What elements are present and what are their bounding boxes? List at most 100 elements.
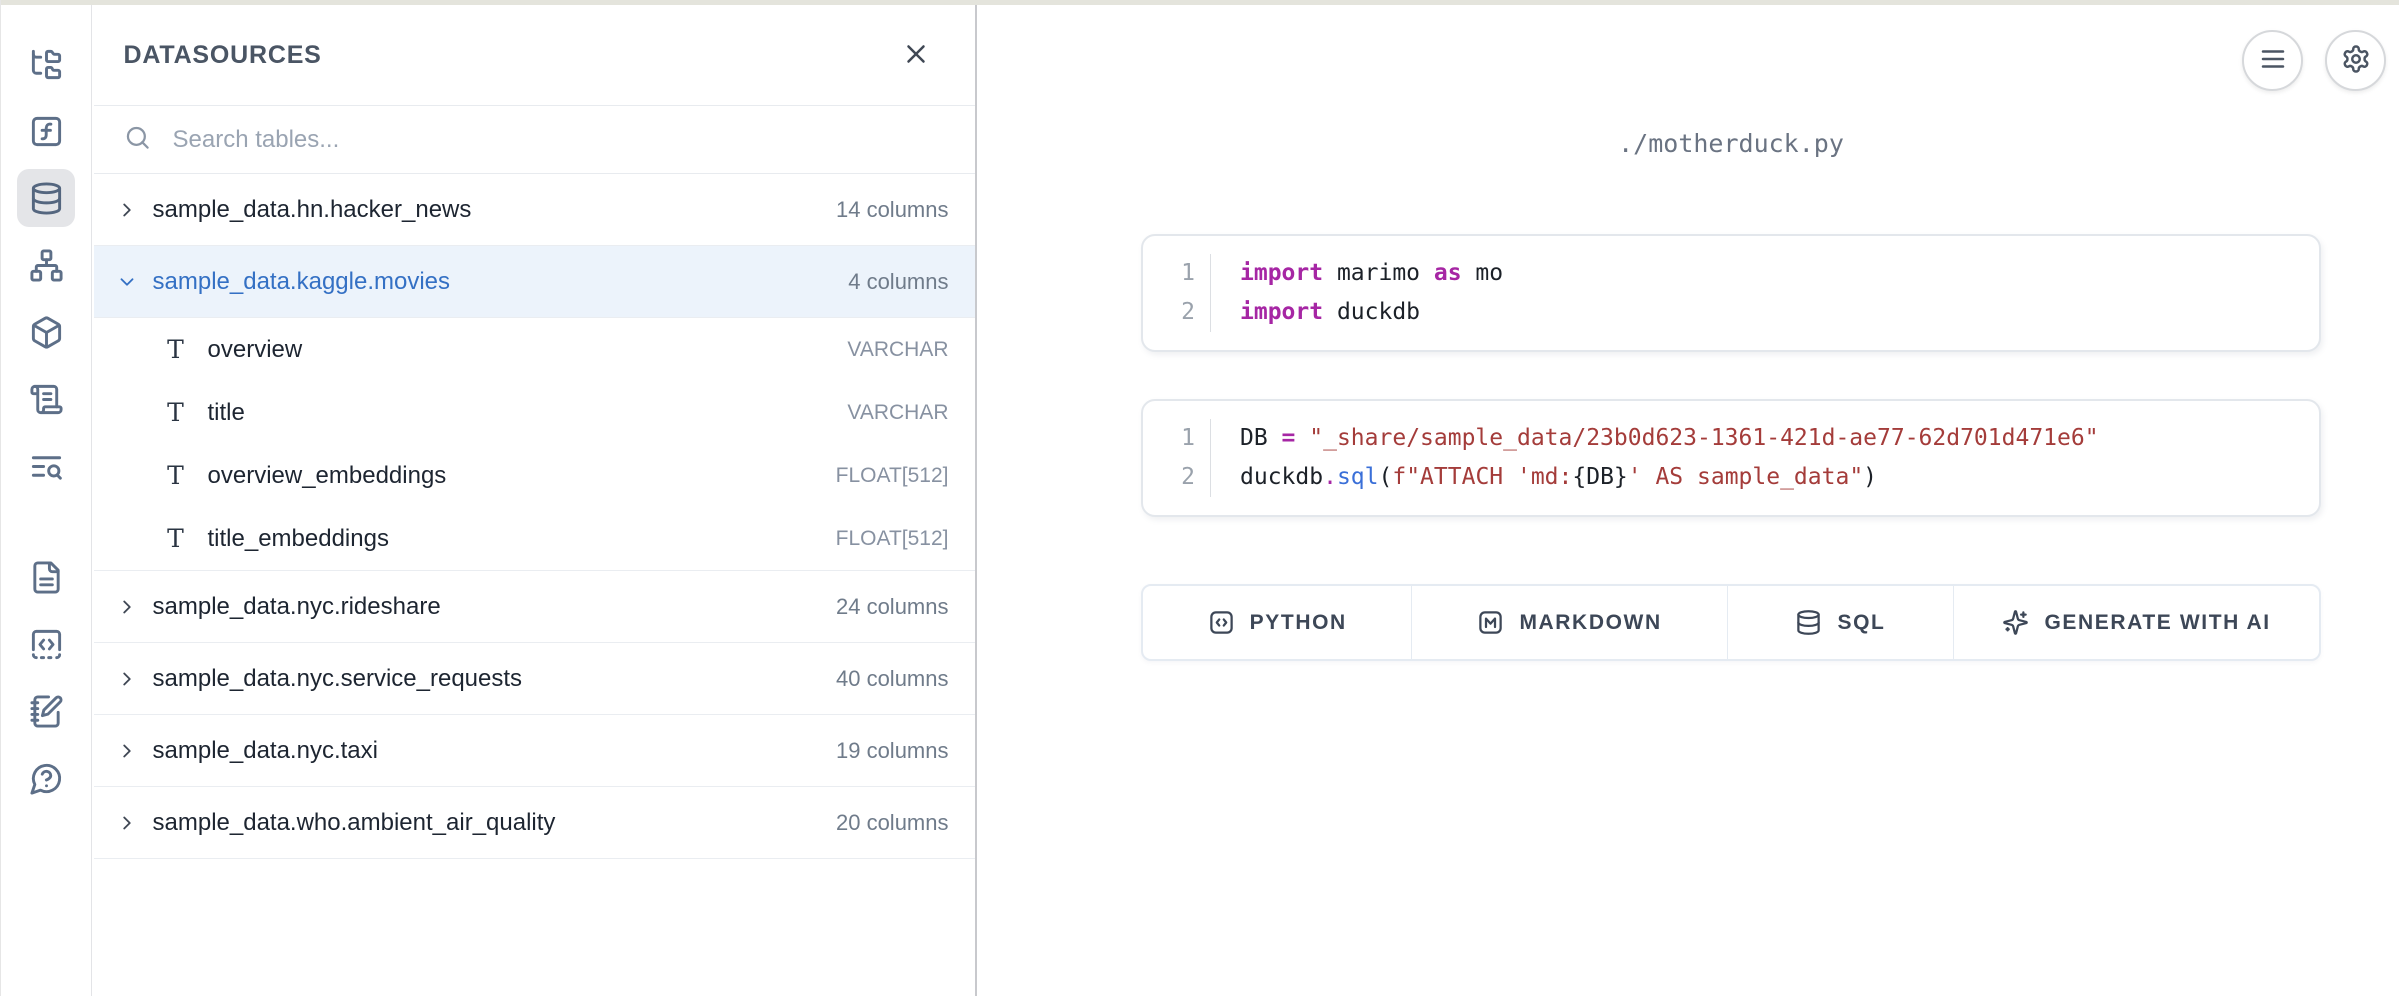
table-columns: Toverview VARCHAR TtitleVARCHAR Toverview_e… <box>94 318 975 571</box>
add-cell-python-button[interactable]: PYTHON <box>1143 586 1412 659</box>
close-panel-button[interactable] <box>901 39 931 72</box>
notebook-pen-icon <box>29 694 64 729</box>
table-row[interactable]: sample_data.nyc.taxi 19 columns <box>94 715 975 787</box>
code-token: import <box>1240 299 1323 325</box>
table-name: sample_data.nyc.rideshare <box>153 593 441 621</box>
code-token <box>1295 425 1309 451</box>
column-type: VARCHAR <box>847 338 948 362</box>
code-cell[interactable]: 1DB = "_share/sample_data/23b0d623-1361-… <box>1141 399 2321 517</box>
line-number: 1 <box>1143 419 1210 458</box>
sidebar-item-packages[interactable] <box>17 303 75 361</box>
code-line: 2import duckdb <box>1143 293 2319 332</box>
add-cell-button-label: GENERATE WITH AI <box>2044 611 2270 635</box>
code-text: import marimo as mo <box>1210 254 2319 293</box>
code-cell[interactable]: 1import marimo as mo2import duckdb <box>1141 234 2321 352</box>
line-number: 2 <box>1143 293 1210 332</box>
table-column-count: 4 columns <box>848 269 948 295</box>
table-row[interactable]: sample_data.who.ambient_air_quality20 co… <box>94 787 975 859</box>
code-line: 1DB = "_share/sample_data/23b0d623-1361-… <box>1143 419 2319 458</box>
code-token: ( <box>1379 464 1393 490</box>
chevron-right-icon <box>116 812 138 834</box>
notebook-menu-button[interactable] <box>2242 30 2303 91</box>
chevron-right-icon <box>116 740 138 762</box>
help-chat-icon <box>29 761 64 796</box>
tables-list: sample_data.hn.hacker_news14 columnssamp… <box>94 174 975 859</box>
chevron-down-icon <box>116 271 138 293</box>
add-cell-button-label: SQL <box>1837 611 1885 635</box>
code-token: ) <box>1863 464 1877 490</box>
chevron-right-icon <box>116 668 138 690</box>
line-number: 1 <box>1143 254 1210 293</box>
code-text: DB = "_share/sample_data/23b0d623-1361-4… <box>1210 419 2319 458</box>
sidebar-item-help[interactable] <box>17 749 75 807</box>
code-token: as <box>1434 260 1462 286</box>
column-row[interactable]: Toverview_embeddingsFLOAT[512] <box>94 444 975 507</box>
code-text: import duckdb <box>1210 293 2319 332</box>
code-text: duckdb.sql(f"ATTACH 'md:{DB}' AS sample_… <box>1210 458 2319 497</box>
table-column-count: 19 columns <box>836 738 949 764</box>
sidebar-item-dependencies[interactable] <box>17 236 75 294</box>
column-name: title <box>208 399 245 427</box>
panel-title: DATASOURCES <box>124 41 322 70</box>
menu-icon <box>2258 44 2288 74</box>
line-number: 2 <box>1143 458 1210 497</box>
table-search <box>94 106 975 174</box>
table-name: sample_data.hn.hacker_news <box>153 196 472 224</box>
code-token: f"ATTACH 'md: <box>1392 464 1572 490</box>
code-token: import <box>1240 260 1323 286</box>
sidebar-item-file-explorer[interactable] <box>17 35 75 93</box>
sidebar-item-functions[interactable] <box>17 102 75 160</box>
markdown-square-icon <box>1477 609 1504 636</box>
sidebar-item-documentation[interactable] <box>17 548 75 606</box>
sidebar-item-tracebacks[interactable] <box>17 437 75 495</box>
search-icon <box>124 124 151 156</box>
column-row[interactable]: Toverview VARCHAR <box>94 318 975 381</box>
code-square-dashed-icon <box>29 627 64 662</box>
search-input[interactable] <box>171 125 945 155</box>
code-square-icon <box>1208 609 1235 636</box>
text-type-icon: T <box>164 337 188 362</box>
code-line: 1import marimo as mo <box>1143 254 2319 293</box>
function-square-icon <box>29 114 64 149</box>
table-column-count: 40 columns <box>836 666 949 692</box>
table-name: sample_data.kaggle.movies <box>153 268 451 296</box>
datasources-panel: DATASOURCES sample_data.hn.hacker_news14… <box>94 5 977 996</box>
column-name: overview_embeddings <box>208 462 447 490</box>
text-type-icon: T <box>164 526 188 551</box>
table-row[interactable]: sample_data.kaggle.movies 4 columns <box>94 246 975 318</box>
table-name: sample_data.who.ambient_air_quality <box>153 809 556 837</box>
database-icon <box>29 181 64 216</box>
sparkles-icon <box>2002 609 2029 636</box>
code-token: sql <box>1337 464 1379 490</box>
table-column-count: 24 columns <box>836 594 949 620</box>
column-row[interactable]: TtitleVARCHAR <box>94 381 975 444</box>
add-cell-bar: PYTHON MARKDOWN SQL GENERATE WITH AI <box>1141 584 2321 661</box>
column-type: FLOAT[512] <box>836 464 949 488</box>
settings-button[interactable] <box>2325 30 2386 91</box>
table-row[interactable]: sample_data.hn.hacker_news14 columns <box>94 174 975 246</box>
code-token: mo <box>1462 260 1504 286</box>
text-search-icon <box>29 449 64 484</box>
add-cell-button-label: PYTHON <box>1250 611 1347 635</box>
table-row[interactable]: sample_data.nyc.rideshare 24 columns <box>94 571 975 643</box>
sidebar-item-snippets[interactable] <box>17 615 75 673</box>
column-row[interactable]: Ttitle_embeddings FLOAT[512] <box>94 507 975 570</box>
sidebar-item-scratchpad[interactable] <box>17 682 75 740</box>
sidebar-item-datasources[interactable] <box>17 169 75 227</box>
top-actions <box>2242 30 2386 91</box>
add-cell-markdown-button[interactable]: MARKDOWN <box>1412 586 1727 659</box>
sidebar-item-logs[interactable] <box>17 370 75 428</box>
table-name: sample_data.nyc.taxi <box>153 737 378 765</box>
column-name: overview <box>208 336 303 364</box>
code-token: DB <box>1240 425 1282 451</box>
column-name: title_embeddings <box>208 525 389 553</box>
table-row[interactable]: sample_data.nyc.service_requests40 colum… <box>94 643 975 715</box>
add-cell-generate-with-ai-button[interactable]: GENERATE WITH AI <box>1954 586 2319 659</box>
code-token: = <box>1282 425 1296 451</box>
scroll-text-icon <box>29 382 64 417</box>
column-type: FLOAT[512] <box>836 527 949 551</box>
chevron-right-icon <box>116 596 138 618</box>
gear-icon <box>2341 44 2371 74</box>
add-cell-sql-button[interactable]: SQL <box>1728 586 1955 659</box>
datasources-panel-header: DATASOURCES <box>94 5 975 106</box>
